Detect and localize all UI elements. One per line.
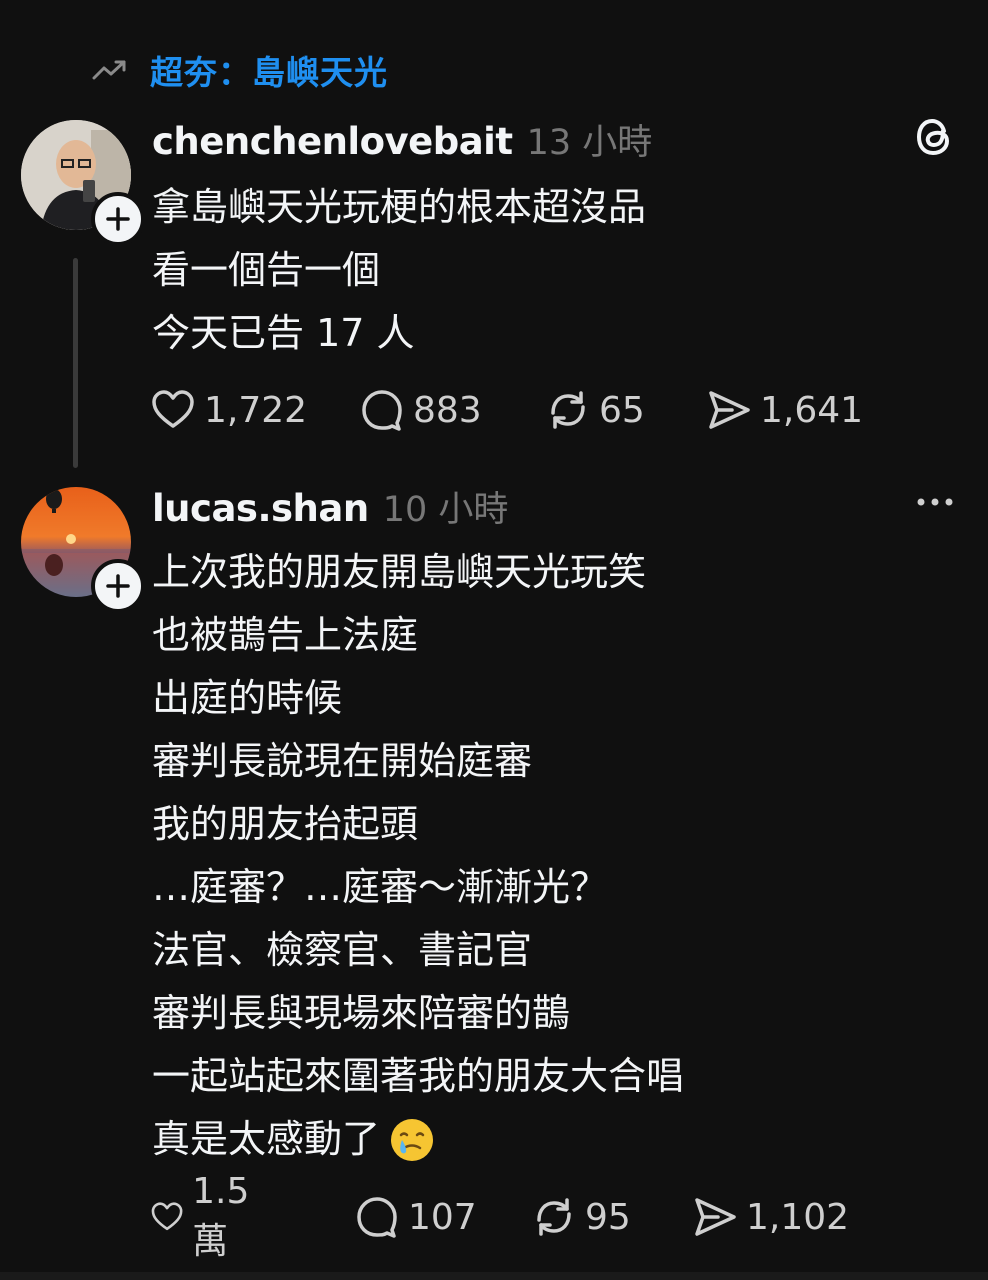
post-line: 審判長與現場來陪審的鵲 xyxy=(152,991,571,1035)
like-button[interactable]: 1,722 xyxy=(150,385,307,435)
send-icon xyxy=(695,1198,736,1236)
speech-bubble-icon xyxy=(362,390,402,431)
avatar[interactable] xyxy=(21,487,145,613)
share-count: 1,102 xyxy=(746,1196,850,1238)
repost-button[interactable]: 95 xyxy=(531,1192,631,1242)
reply-count: 883 xyxy=(413,389,482,431)
like-count: 1.5萬 xyxy=(192,1170,250,1262)
post-line: 出庭的時候 xyxy=(152,676,343,720)
share-button[interactable]: 1,102 xyxy=(692,1192,849,1242)
send-icon xyxy=(709,391,750,429)
like-count: 1,722 xyxy=(204,389,308,431)
post-body: 上次我的朋友開島嶼天光玩笑 也被鵲告上法庭 出庭的時候 審判長說現在開始庭審 我… xyxy=(152,541,684,1171)
follow-button[interactable] xyxy=(91,192,145,246)
reply-button[interactable]: 883 xyxy=(359,385,482,435)
thread-connector xyxy=(73,258,78,468)
heart-icon xyxy=(151,1202,183,1231)
bottom-divider xyxy=(0,1272,988,1280)
post-line: 看一個告一個 xyxy=(152,248,381,292)
more-options-icon[interactable] xyxy=(913,480,957,524)
post-line: 上次我的朋友開島嶼天光玩笑 xyxy=(152,550,647,594)
speech-bubble-icon xyxy=(357,1197,397,1238)
post-header: chenchenlovebait 13 小時 xyxy=(152,114,652,165)
repost-button[interactable]: 65 xyxy=(545,385,645,435)
trending-topic[interactable]: 超夯：島嶼天光 xyxy=(92,48,388,92)
reply-button[interactable]: 107 xyxy=(354,1192,477,1242)
timestamp: 10 小時 xyxy=(382,490,509,530)
post-line-text: 真是太感動了 xyxy=(152,1117,381,1161)
avatar[interactable] xyxy=(21,120,145,246)
threads-logo-icon[interactable] xyxy=(913,115,957,159)
plus-icon xyxy=(106,574,130,598)
share-count: 1,641 xyxy=(760,389,864,431)
post-line: 我的朋友抬起頭 xyxy=(152,802,419,846)
repost-icon xyxy=(537,1198,571,1236)
post-line: 一起站起來圍著我的朋友大合唱 xyxy=(152,1054,685,1098)
post-header: lucas.shan 10 小時 xyxy=(152,481,508,532)
post-line-last: 真是太感動了 xyxy=(152,1108,684,1171)
post-line: 今天已告 17 人 xyxy=(152,311,415,355)
like-button[interactable]: 1.5萬 xyxy=(150,1171,261,1262)
follow-button[interactable] xyxy=(91,559,145,613)
trending-label: 超夯：島嶼天光 xyxy=(150,53,388,92)
crying-smile-emoji xyxy=(391,1118,434,1161)
trending-up-icon xyxy=(92,60,126,80)
heart-icon xyxy=(152,390,194,428)
post-line: …庭審？…庭審～漸漸光？ xyxy=(152,865,609,909)
username[interactable]: chenchenlovebait xyxy=(152,120,513,163)
repost-icon xyxy=(551,391,585,429)
post-line: 審判長說現在開始庭審 xyxy=(152,739,533,783)
repost-count: 65 xyxy=(599,389,645,431)
post-line: 法官、檢察官、書記官 xyxy=(152,928,533,972)
share-button[interactable]: 1,641 xyxy=(706,385,863,435)
post-body: 拿島嶼天光玩梗的根本超沒品 看一個告一個 今天已告 17 人 xyxy=(152,176,646,365)
reply-count: 107 xyxy=(408,1196,477,1238)
post-line: 拿島嶼天光玩梗的根本超沒品 xyxy=(152,185,647,229)
plus-icon xyxy=(106,207,130,231)
post-line: 也被鵲告上法庭 xyxy=(152,613,419,657)
username[interactable]: lucas.shan xyxy=(152,487,369,530)
repost-count: 95 xyxy=(585,1196,631,1238)
timestamp: 13 小時 xyxy=(526,123,653,163)
